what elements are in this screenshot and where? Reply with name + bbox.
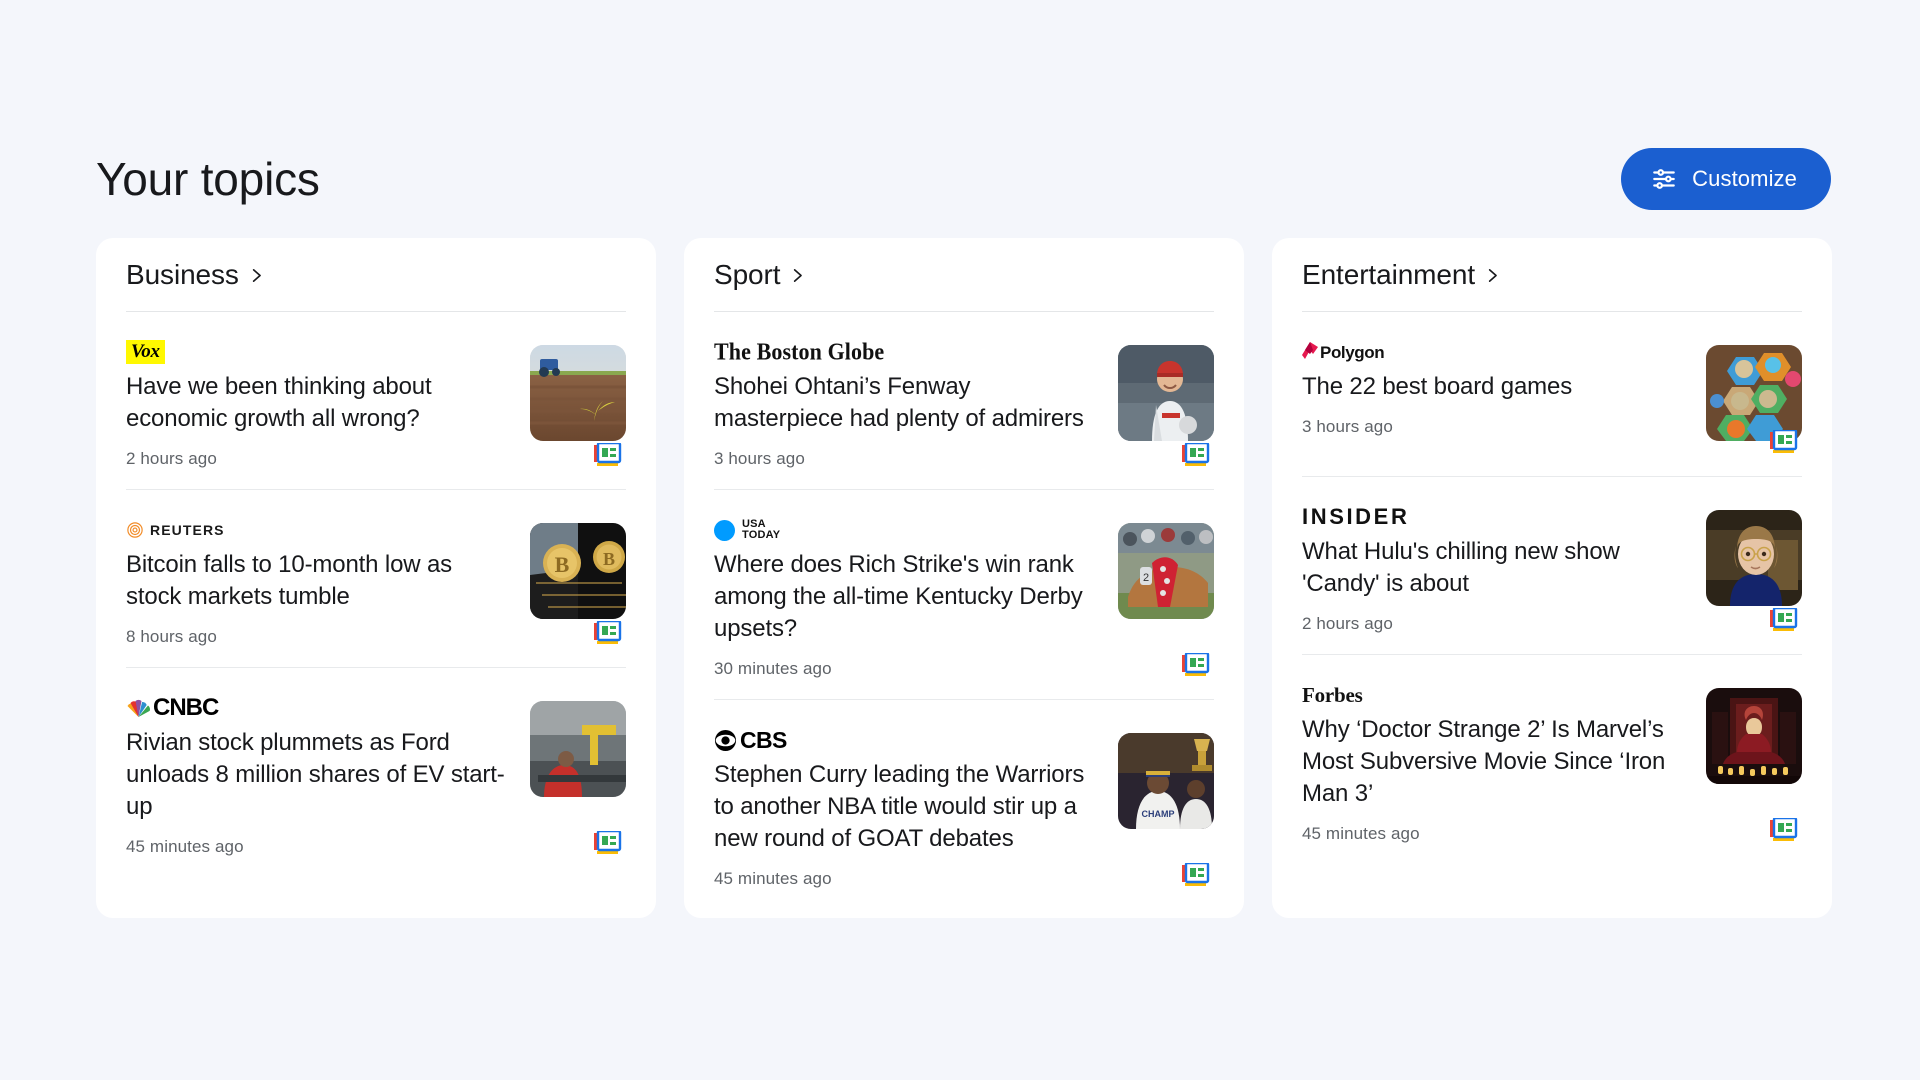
- reuters-mark-icon: [126, 521, 144, 539]
- chevron-right-icon: [1484, 267, 1501, 284]
- cbs-eye-icon: [714, 729, 737, 752]
- customize-button-label: Customize: [1692, 166, 1797, 191]
- article-headline: Stephen Curry leading the Warriors to an…: [714, 761, 1085, 852]
- source-row: The Boston Globe: [714, 337, 1094, 365]
- source-name: CBS: [740, 726, 787, 753]
- article-thumbnail: [1706, 510, 1802, 606]
- article-timestamp: 3 hours ago: [1302, 417, 1393, 436]
- article-item[interactable]: CBS Stephen Curry leading the Warriors t…: [714, 700, 1214, 909]
- polygon-mark-icon: [1302, 341, 1318, 363]
- article-headline: Have we been thinking about economic gro…: [126, 373, 432, 432]
- topic-header-sport[interactable]: Sport: [714, 238, 1214, 312]
- chevron-right-icon: [248, 267, 265, 284]
- article-item[interactable]: CNBC Rivian stock plummets as Ford unloa…: [126, 668, 626, 877]
- article-thumbnail: [530, 345, 626, 441]
- source-row: REUTERS: [126, 517, 506, 543]
- source-row: INSIDER: [1302, 504, 1682, 530]
- svg-text:2: 2: [1143, 572, 1149, 584]
- article-headline: Rivian stock plummets as Ford unloads 8 …: [126, 729, 505, 820]
- usa-today-line2: TODAY: [742, 529, 781, 541]
- article-item[interactable]: The Boston Globe Shohei Ohtani’s Fenway …: [714, 312, 1214, 490]
- full-coverage-icon[interactable]: [1182, 443, 1210, 467]
- article-thumbnail: CHAMP: [1118, 733, 1214, 829]
- chevron-right-icon: [789, 267, 806, 284]
- usa-today-wordmark: USA TODAY: [742, 519, 780, 541]
- source-row: USA TODAY: [714, 517, 1094, 543]
- article-timestamp: 45 minutes ago: [126, 837, 244, 856]
- topic-header-entertainment[interactable]: Entertainment: [1302, 238, 1802, 312]
- page-header: Your topics Customize: [96, 140, 1831, 218]
- article-thumbnail: [1118, 345, 1214, 441]
- source-name: Polygon: [1320, 342, 1385, 362]
- article-headline: The 22 best board games: [1302, 373, 1573, 400]
- source-name: REUTERS: [150, 522, 225, 538]
- article-headline: Where does Rich Strike's win rank among …: [714, 551, 1083, 642]
- usa-today-logo: USA TODAY: [714, 519, 780, 541]
- page-title: Your topics: [96, 153, 320, 205]
- article-timestamp: 2 hours ago: [126, 449, 217, 468]
- tune-icon: [1651, 166, 1677, 192]
- insider-logo: INSIDER: [1302, 504, 1410, 529]
- source-row: CBS: [714, 727, 1094, 753]
- full-coverage-icon[interactable]: [1770, 818, 1798, 842]
- topic-header-business[interactable]: Business: [126, 238, 626, 312]
- forbes-logo: Forbes: [1302, 682, 1363, 707]
- usa-today-dot-icon: [714, 519, 735, 541]
- article-thumbnail: [1706, 345, 1802, 441]
- topic-title: Entertainment: [1302, 258, 1476, 290]
- cbs-logo: CBS: [714, 727, 787, 754]
- source-row: Forbes: [1302, 682, 1682, 708]
- topic-columns: Business Vox Have we been thinking about…: [96, 238, 1832, 918]
- article-timestamp: 8 hours ago: [126, 627, 217, 646]
- full-coverage-icon[interactable]: [1182, 653, 1210, 677]
- article-thumbnail: BB: [530, 523, 626, 619]
- polygon-logo: Polygon: [1302, 341, 1385, 363]
- article-timestamp: 2 hours ago: [1302, 614, 1393, 633]
- article-headline: What Hulu's chilling new show 'Candy' is…: [1302, 538, 1620, 597]
- article-timestamp: 45 minutes ago: [714, 869, 832, 888]
- article-item[interactable]: Polygon The 22 best board games 3 hours …: [1302, 312, 1802, 477]
- reuters-logo: REUTERS: [126, 521, 225, 539]
- customize-button[interactable]: Customize: [1621, 148, 1831, 210]
- source-row: Vox: [126, 339, 506, 365]
- article-item[interactable]: Forbes Why ‘Doctor Strange 2’ Is Marvel’…: [1302, 655, 1802, 864]
- source-row: Polygon: [1302, 339, 1682, 365]
- svg-text:CHAMP: CHAMP: [1142, 809, 1175, 819]
- full-coverage-icon[interactable]: [594, 443, 622, 467]
- full-coverage-icon[interactable]: [594, 621, 622, 645]
- topic-title: Sport: [714, 258, 781, 290]
- article-thumbnail: 2: [1118, 523, 1214, 619]
- news-topics-page: Your topics Customize Business Vox Have …: [0, 0, 1920, 1080]
- vox-logo: Vox: [126, 340, 165, 364]
- article-item[interactable]: Vox Have we been thinking about economic…: [126, 312, 626, 490]
- topic-card-sport: Sport The Boston Globe Shohei Ohtani’s F…: [684, 238, 1244, 918]
- topic-card-business: Business Vox Have we been thinking about…: [96, 238, 656, 918]
- article-item[interactable]: INSIDER What Hulu's chilling new show 'C…: [1302, 477, 1802, 655]
- svg-text:B: B: [555, 552, 570, 577]
- article-thumbnail: [530, 701, 626, 797]
- full-coverage-icon[interactable]: [1182, 863, 1210, 887]
- topic-card-entertainment: Entertainment Polygon The 22 best board …: [1272, 238, 1832, 918]
- full-coverage-icon[interactable]: [1770, 608, 1798, 632]
- source-row: CNBC: [126, 694, 506, 722]
- full-coverage-icon[interactable]: [594, 831, 622, 855]
- svg-text:B: B: [603, 549, 615, 569]
- article-headline: Shohei Ohtani’s Fenway masterpiece had p…: [714, 373, 1084, 432]
- article-item[interactable]: REUTERS Bitcoin falls to 10-month low as…: [126, 490, 626, 668]
- boston-globe-logo: The Boston Globe: [714, 337, 885, 365]
- topic-title: Business: [126, 258, 239, 290]
- article-headline: Why ‘Doctor Strange 2’ Is Marvel’s Most …: [1302, 716, 1666, 807]
- peacock-icon: [126, 697, 151, 719]
- article-thumbnail: [1706, 688, 1802, 784]
- full-coverage-icon[interactable]: [1770, 430, 1798, 454]
- article-headline: Bitcoin falls to 10-month low as stock m…: [126, 551, 453, 610]
- cnbc-logo: CNBC: [126, 694, 219, 722]
- article-timestamp: 45 minutes ago: [1302, 824, 1420, 843]
- article-item[interactable]: USA TODAY Where does Rich Strike's win r…: [714, 490, 1214, 700]
- article-timestamp: 30 minutes ago: [714, 659, 832, 678]
- source-name: CNBC: [153, 694, 219, 721]
- article-timestamp: 3 hours ago: [714, 449, 805, 468]
